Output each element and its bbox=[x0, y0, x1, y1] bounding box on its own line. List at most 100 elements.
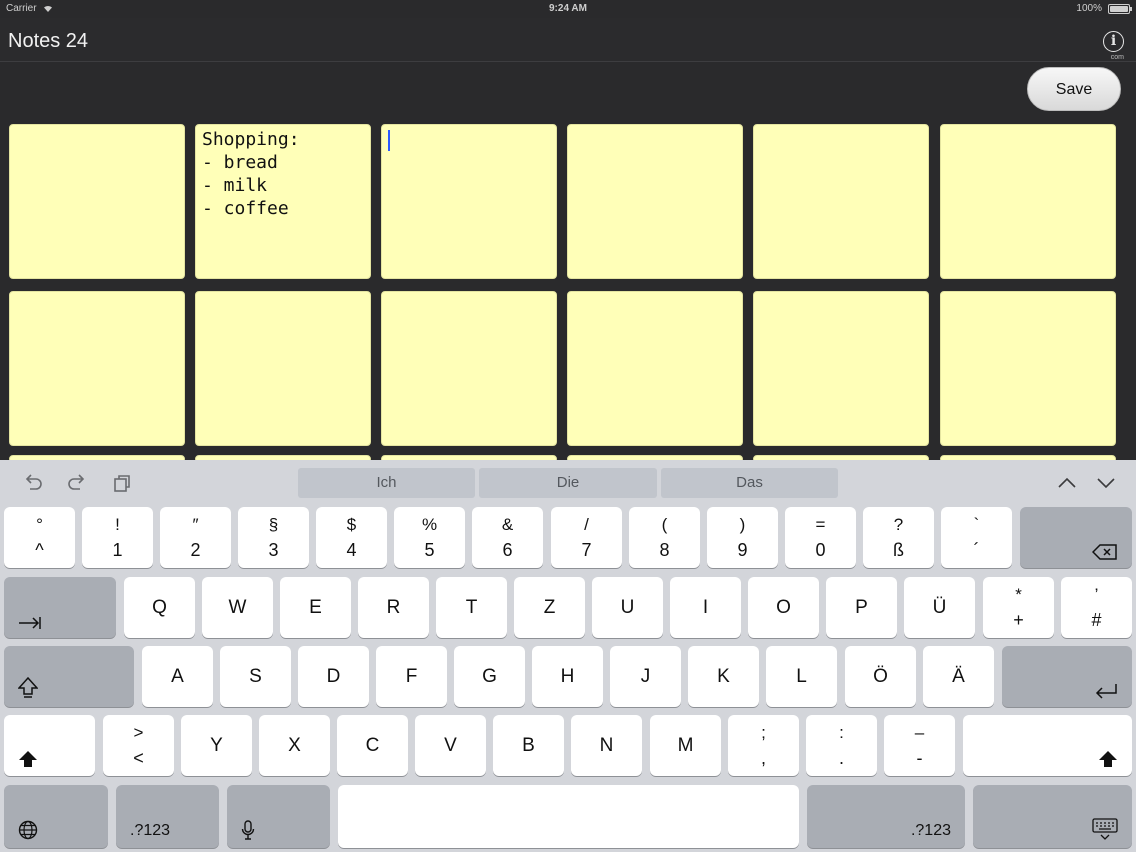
key-x[interactable]: X bbox=[259, 715, 330, 776]
key-7[interactable]: /7 bbox=[551, 507, 622, 568]
key-6[interactable]: & 6 bbox=[472, 507, 543, 568]
key-w[interactable]: W bbox=[202, 577, 273, 638]
key-l[interactable]: L bbox=[766, 646, 837, 707]
key-accent[interactable]: ` ´ bbox=[941, 507, 1012, 568]
key-f[interactable]: F bbox=[376, 646, 447, 707]
key-1[interactable]: ! 1 bbox=[82, 507, 153, 568]
shift-icon bbox=[1099, 751, 1117, 767]
key-b[interactable]: B bbox=[493, 715, 564, 776]
battery-percent: 100% bbox=[1076, 3, 1102, 14]
hide-keyboard-key[interactable] bbox=[973, 785, 1132, 848]
dictation-key[interactable] bbox=[227, 785, 330, 848]
key-z[interactable]: Z bbox=[514, 577, 585, 638]
key-circ[interactable]: ° ^ bbox=[4, 507, 75, 568]
redo-icon[interactable] bbox=[66, 473, 88, 493]
keyboard: Ich Die Das ° ^ ! 1 ″ 2 § 3 $4 % 5 & 6 /7 (8 )… bbox=[0, 460, 1136, 852]
note-3[interactable] bbox=[381, 124, 557, 279]
key-i[interactable]: I bbox=[670, 577, 741, 638]
key-label: I bbox=[702, 596, 709, 618]
key-ue[interactable]: Ü bbox=[904, 577, 975, 638]
note-5[interactable] bbox=[753, 124, 929, 279]
key-e[interactable]: E bbox=[280, 577, 351, 638]
paste-icon[interactable] bbox=[111, 473, 133, 493]
key-o[interactable]: O bbox=[748, 577, 819, 638]
key-g[interactable]: G bbox=[454, 646, 525, 707]
tab-key[interactable] bbox=[4, 577, 116, 638]
return-key[interactable] bbox=[1002, 646, 1132, 707]
note-2[interactable]: Shopping: - bread - milk - coffee bbox=[195, 124, 371, 279]
key-top-symbol: = bbox=[815, 515, 826, 534]
key-label: Ö bbox=[873, 665, 888, 687]
key-p[interactable]: P bbox=[826, 577, 897, 638]
key-hash[interactable]: ’ # bbox=[1061, 577, 1132, 638]
note-11[interactable] bbox=[753, 291, 929, 446]
key-c[interactable]: C bbox=[337, 715, 408, 776]
numbers-key-left[interactable]: .?123 bbox=[116, 785, 219, 848]
shift-icon bbox=[19, 751, 37, 767]
key-u[interactable]: U bbox=[592, 577, 663, 638]
numbers-key-right[interactable]: .?123 bbox=[807, 785, 965, 848]
key-bottom-symbol: < bbox=[133, 748, 144, 768]
key-2[interactable]: ″ 2 bbox=[160, 507, 231, 568]
note-12[interactable] bbox=[940, 291, 1116, 446]
key-n[interactable]: N bbox=[571, 715, 642, 776]
chevron-up-icon[interactable] bbox=[1056, 472, 1078, 494]
note-7[interactable] bbox=[9, 291, 185, 446]
key-label: U bbox=[620, 596, 635, 618]
key-period[interactable]: :. bbox=[806, 715, 877, 776]
suggestion-1[interactable]: Ich bbox=[298, 468, 475, 498]
key-j[interactable]: J bbox=[610, 646, 681, 707]
globe-key[interactable] bbox=[4, 785, 108, 848]
key-angle[interactable]: > < bbox=[103, 715, 174, 776]
suggestion-3[interactable]: Das bbox=[661, 468, 838, 498]
chevron-down-icon[interactable] bbox=[1095, 472, 1117, 494]
key-4[interactable]: $4 bbox=[316, 507, 387, 568]
key-0[interactable]: = 0 bbox=[785, 507, 856, 568]
key-label: K bbox=[717, 665, 730, 687]
key-q[interactable]: Q bbox=[124, 577, 195, 638]
key-plus[interactable]: * + bbox=[983, 577, 1054, 638]
key-oe[interactable]: Ö bbox=[845, 646, 916, 707]
shift-right-key[interactable] bbox=[963, 715, 1132, 776]
key-s[interactable]: S bbox=[220, 646, 291, 707]
key-r[interactable]: R bbox=[358, 577, 429, 638]
note-8[interactable] bbox=[195, 291, 371, 446]
key-d[interactable]: D bbox=[298, 646, 369, 707]
key-ae[interactable]: Ä bbox=[923, 646, 994, 707]
key-top-symbol: ; bbox=[761, 723, 766, 742]
note-9[interactable] bbox=[381, 291, 557, 446]
key-label: J bbox=[640, 665, 651, 687]
undo-icon[interactable] bbox=[22, 473, 44, 493]
key-5[interactable]: % 5 bbox=[394, 507, 465, 568]
note-1[interactable] bbox=[9, 124, 185, 279]
key-top-symbol: ! bbox=[115, 515, 120, 534]
key-m[interactable]: M bbox=[650, 715, 721, 776]
note-10[interactable] bbox=[567, 291, 743, 446]
shift-left-key[interactable] bbox=[4, 715, 95, 776]
key-a[interactable]: A bbox=[142, 646, 213, 707]
info-icon[interactable]: i bbox=[1103, 31, 1124, 52]
key-8[interactable]: (8 bbox=[629, 507, 700, 568]
key-label: Q bbox=[152, 596, 167, 618]
key-9[interactable]: ) 9 bbox=[707, 507, 778, 568]
key-v[interactable]: V bbox=[415, 715, 486, 776]
key-k[interactable]: K bbox=[688, 646, 759, 707]
key-t[interactable]: T bbox=[436, 577, 507, 638]
key-comma[interactable]: ;, bbox=[728, 715, 799, 776]
note-6[interactable] bbox=[940, 124, 1116, 279]
key-top-symbol: § bbox=[268, 515, 279, 534]
delete-key[interactable] bbox=[1020, 507, 1132, 568]
caps-lock-key[interactable] bbox=[4, 646, 134, 707]
key-h[interactable]: H bbox=[532, 646, 603, 707]
key-3[interactable]: § 3 bbox=[238, 507, 309, 568]
key-dash[interactable]: – - bbox=[884, 715, 955, 776]
space-bar[interactable] bbox=[338, 785, 799, 848]
key-y[interactable]: Y bbox=[181, 715, 252, 776]
suggestion-2[interactable]: Die bbox=[479, 468, 657, 498]
key-top-symbol: ? bbox=[893, 515, 904, 534]
key-eszett[interactable]: ? ß bbox=[863, 507, 934, 568]
save-button[interactable]: Save bbox=[1027, 67, 1121, 111]
microphone-icon bbox=[241, 820, 255, 840]
note-4[interactable] bbox=[567, 124, 743, 279]
key-label: R bbox=[386, 596, 401, 618]
